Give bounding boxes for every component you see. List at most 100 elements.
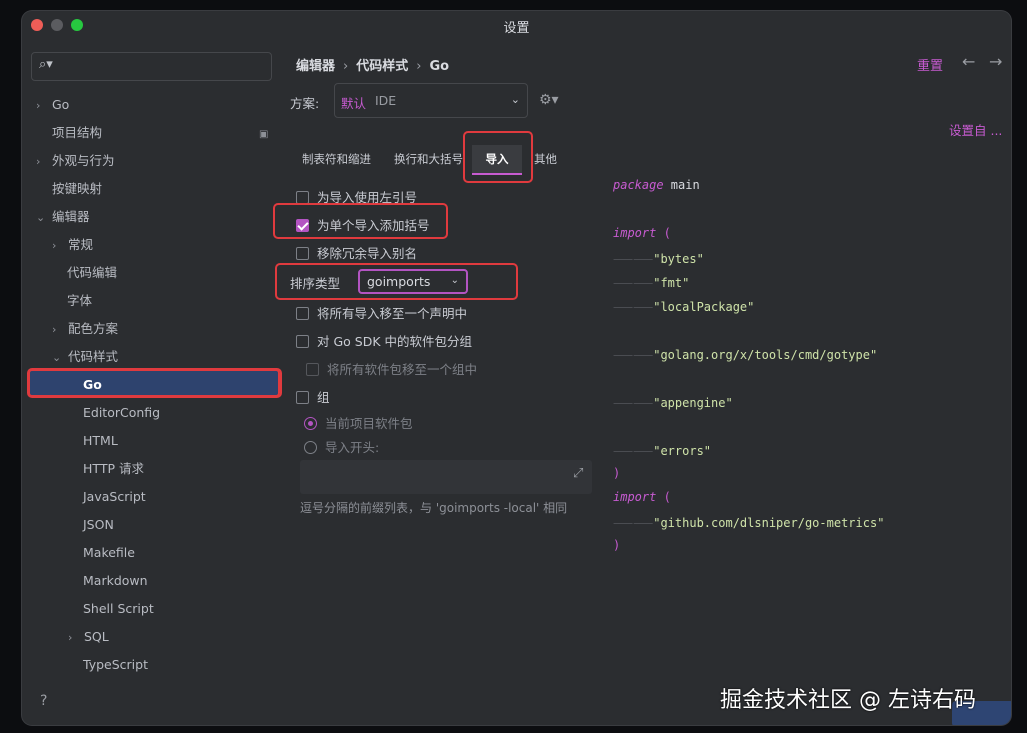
code-string: "bytes" — [653, 252, 704, 266]
code-keyword: import — [613, 226, 657, 240]
scheme-value-name: 默认 — [341, 96, 367, 111]
settings-search-input[interactable]: ⌕▾ — [31, 52, 272, 81]
help-button[interactable]: ? — [40, 693, 47, 709]
tree-item-keymap[interactable]: 按键映射 — [52, 175, 102, 203]
tree-item-label: 项目结构 — [52, 125, 103, 140]
tree-item-http-request[interactable]: HTTP 请求 — [83, 455, 144, 483]
tree-item-color-scheme[interactable]: › 配色方案 — [52, 315, 118, 343]
tab-tabs-and-indents[interactable]: 制表符和缩进 — [302, 151, 371, 167]
radio-current-project[interactable]: 当前项目软件包 — [304, 413, 413, 432]
highlight-box-add-parens — [273, 203, 448, 239]
code-line-import: ⸺⸺"fmt" — [613, 274, 689, 291]
option-label: 当前项目软件包 — [325, 416, 413, 431]
chevron-right-icon: › — [52, 239, 57, 252]
breadcrumb: 编辑器 › 代码样式 › Go — [296, 55, 449, 74]
checkbox[interactable] — [296, 335, 309, 348]
tree-item-font[interactable]: 字体 — [67, 287, 92, 315]
indent-guide: ⸺⸺ — [613, 252, 654, 266]
code-line-import: ⸺⸺"appengine" — [613, 394, 733, 411]
tree-item-appearance[interactable]: › 外观与行为 — [36, 147, 115, 175]
reset-link[interactable]: 重置 — [917, 55, 943, 74]
expand-icon[interactable]: ⤢ — [573, 466, 583, 481]
breadcrumb-code-style: 代码样式 — [356, 59, 409, 74]
code-line-close: ) — [613, 466, 620, 480]
tree-item-sql[interactable]: › SQL — [68, 623, 109, 651]
tree-item-editorconfig[interactable]: EditorConfig — [83, 399, 160, 427]
tree-item-makefile[interactable]: Makefile — [83, 539, 135, 567]
tab-wrapping-and-braces[interactable]: 换行和大括号 — [394, 151, 463, 167]
code-string: "localPackage" — [653, 300, 755, 314]
code-keyword: import — [613, 490, 657, 504]
watermark: 掘金技术社区 @ 左诗右码 — [720, 688, 976, 713]
breadcrumb-separator: › — [416, 59, 422, 74]
indent-guide: ⸺⸺ — [613, 444, 654, 458]
indent-guide: ⸺⸺ — [613, 276, 654, 290]
tree-item-label: SQL — [83, 629, 109, 644]
checkbox[interactable] — [296, 247, 309, 260]
chevron-right-icon: › — [36, 99, 41, 112]
chevron-right-icon: › — [36, 155, 41, 168]
radio-import-prefix[interactable]: 导入开头: — [304, 437, 379, 456]
option-group-sdk[interactable]: 对 Go SDK 中的软件包分组 — [296, 331, 472, 350]
radio[interactable] — [304, 441, 317, 454]
option-label: 将所有软件包移至一个组中 — [327, 362, 478, 377]
tree-item-project-structure[interactable]: 项目结构 — [52, 119, 102, 147]
tree-item-go[interactable]: › Go — [36, 91, 69, 119]
chevron-down-icon: ⌄ — [510, 93, 520, 106]
checkbox[interactable] — [296, 391, 309, 404]
option-move-all[interactable]: 将所有导入移至一个声明中 — [296, 303, 467, 322]
tree-item-label: 字体 — [67, 293, 93, 308]
tree-item-label: Markdown — [83, 573, 148, 588]
tree-item-label: EditorConfig — [83, 405, 161, 420]
back-arrow-icon[interactable]: ← — [962, 52, 975, 71]
code-paren: ( — [656, 490, 671, 504]
tree-item-label: 按键映射 — [52, 181, 103, 196]
tree-item-typescript[interactable]: TypeScript — [83, 651, 148, 679]
code-line-import: ⸺⸺"bytes" — [613, 250, 704, 267]
tree-item-label: 常规 — [67, 237, 93, 252]
scheme-dropdown[interactable]: 默认 IDE ⌄ — [334, 83, 528, 118]
code-paren: ) — [613, 466, 621, 480]
tree-item-code-editing[interactable]: 代码编辑 — [67, 259, 117, 287]
code-line-import: ⸺⸺"errors" — [613, 442, 711, 459]
code-line-import: ⸺⸺"golang.org/x/tools/cmd/gotype" — [613, 346, 877, 363]
code-line-import: ⸺⸺"github.com/dlsniper/go-metrics" — [613, 514, 884, 531]
tree-item-code-style[interactable]: ⌄ 代码样式 — [52, 343, 118, 371]
checkbox-disabled[interactable] — [306, 363, 319, 376]
option-group[interactable]: 组 — [296, 387, 330, 406]
search-icon: ⌕▾ — [39, 57, 53, 72]
checkbox[interactable] — [296, 307, 309, 320]
chevron-right-icon: › — [68, 631, 73, 644]
tree-item-label: HTTP 请求 — [83, 461, 144, 476]
code-string: "errors" — [653, 444, 712, 458]
gear-icon[interactable]: ⚙▾ — [539, 92, 559, 108]
scheme-value-scope: IDE — [375, 93, 397, 108]
tree-item-html[interactable]: HTML — [83, 427, 118, 455]
tree-item-label: Go — [51, 97, 70, 112]
option-move-to-one-group[interactable]: 将所有软件包移至一个组中 — [306, 359, 477, 378]
tree-item-markdown[interactable]: Markdown — [83, 567, 148, 595]
radio-selected[interactable] — [304, 417, 317, 430]
tree-item-shell-script[interactable]: Shell Script — [83, 595, 154, 623]
indent-guide: ⸺⸺ — [613, 396, 654, 410]
option-label: 将所有导入移至一个声明中 — [317, 306, 468, 321]
option-remove-alias[interactable]: 移除冗余导入别名 — [296, 243, 417, 262]
option-label: 对 Go SDK 中的软件包分组 — [317, 334, 473, 349]
code-string: "fmt" — [653, 276, 690, 290]
code-keyword: package — [613, 178, 664, 192]
tree-item-editor[interactable]: ⌄ 编辑器 — [36, 203, 90, 231]
breadcrumb-editor: 编辑器 — [296, 59, 336, 74]
tab-other[interactable]: 其他 — [534, 151, 557, 167]
window-title: 设置 — [503, 21, 530, 36]
tree-item-javascript[interactable]: JavaScript — [83, 483, 146, 511]
set-from-link[interactable]: 设置自 ... — [949, 120, 1002, 139]
tree-item-json[interactable]: JSON — [83, 511, 114, 539]
prefix-input[interactable] — [300, 460, 592, 494]
highlight-box-imports-tab — [463, 131, 533, 183]
code-line-package: package main — [613, 178, 700, 192]
forward-arrow-icon[interactable]: → — [989, 52, 1002, 71]
indent-guide: ⸺⸺ — [613, 348, 654, 362]
tree-item-label: 编辑器 — [51, 209, 90, 224]
highlight-box-go-item — [27, 368, 282, 398]
tree-item-general[interactable]: › 常规 — [52, 231, 93, 259]
